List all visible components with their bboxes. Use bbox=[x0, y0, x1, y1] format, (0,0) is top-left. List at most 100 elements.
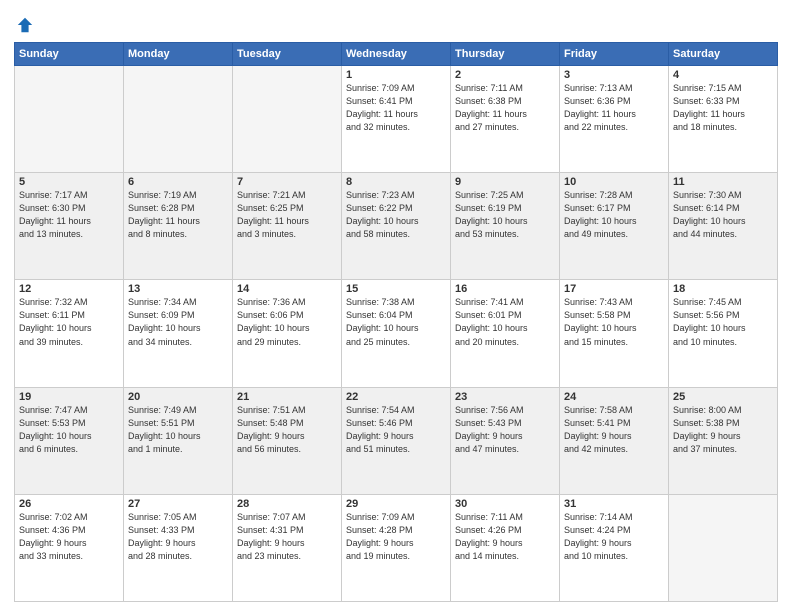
day-info-line: Daylight: 11 hours bbox=[564, 108, 664, 121]
calendar-cell bbox=[669, 494, 778, 601]
day-info-line: and 34 minutes. bbox=[128, 336, 228, 349]
day-info-line: Daylight: 10 hours bbox=[673, 322, 773, 335]
day-info-line: Daylight: 11 hours bbox=[346, 108, 446, 121]
day-info-line: and 10 minutes. bbox=[564, 550, 664, 563]
day-info-line: Sunrise: 7:02 AM bbox=[19, 511, 119, 524]
day-number: 19 bbox=[19, 391, 119, 403]
day-info-line: Sunset: 6:33 PM bbox=[673, 95, 773, 108]
day-info-line: Sunset: 4:26 PM bbox=[455, 524, 555, 537]
day-info-line: Sunset: 5:46 PM bbox=[346, 417, 446, 430]
day-info-line: and 37 minutes. bbox=[673, 443, 773, 456]
day-info-line: and 27 minutes. bbox=[455, 121, 555, 134]
day-info-line: Sunset: 6:17 PM bbox=[564, 202, 664, 215]
calendar-cell: 5Sunrise: 7:17 AMSunset: 6:30 PMDaylight… bbox=[15, 173, 124, 280]
calendar-cell bbox=[15, 66, 124, 173]
day-info-line: Sunrise: 7:36 AM bbox=[237, 296, 337, 309]
day-info: Sunrise: 7:56 AMSunset: 5:43 PMDaylight:… bbox=[455, 404, 555, 456]
logo-icon bbox=[16, 16, 34, 34]
day-info-line: Sunset: 6:38 PM bbox=[455, 95, 555, 108]
day-info-line: Sunrise: 7:41 AM bbox=[455, 296, 555, 309]
day-info-line: Sunrise: 7:56 AM bbox=[455, 404, 555, 417]
day-info: Sunrise: 7:09 AMSunset: 6:41 PMDaylight:… bbox=[346, 82, 446, 134]
day-info-line: Daylight: 9 hours bbox=[237, 430, 337, 443]
day-number: 12 bbox=[19, 283, 119, 295]
day-info-line: Sunset: 6:04 PM bbox=[346, 309, 446, 322]
day-info-line: Daylight: 11 hours bbox=[455, 108, 555, 121]
day-info-line: and 8 minutes. bbox=[128, 228, 228, 241]
day-info-line: Sunset: 5:56 PM bbox=[673, 309, 773, 322]
day-number: 1 bbox=[346, 69, 446, 81]
day-info-line: Sunrise: 7:43 AM bbox=[564, 296, 664, 309]
day-info-line: Daylight: 11 hours bbox=[19, 215, 119, 228]
calendar-cell: 31Sunrise: 7:14 AMSunset: 4:24 PMDayligh… bbox=[560, 494, 669, 601]
day-info-line: Daylight: 10 hours bbox=[19, 322, 119, 335]
day-number: 20 bbox=[128, 391, 228, 403]
day-info: Sunrise: 7:11 AMSunset: 6:38 PMDaylight:… bbox=[455, 82, 555, 134]
day-info-line: Sunrise: 7:05 AM bbox=[128, 511, 228, 524]
calendar-cell: 9Sunrise: 7:25 AMSunset: 6:19 PMDaylight… bbox=[451, 173, 560, 280]
weekday-header-saturday: Saturday bbox=[669, 43, 778, 66]
day-info-line: and 3 minutes. bbox=[237, 228, 337, 241]
day-info: Sunrise: 7:45 AMSunset: 5:56 PMDaylight:… bbox=[673, 296, 773, 348]
day-info-line: Daylight: 9 hours bbox=[19, 537, 119, 550]
day-number: 24 bbox=[564, 391, 664, 403]
day-number: 21 bbox=[237, 391, 337, 403]
calendar-cell: 15Sunrise: 7:38 AMSunset: 6:04 PMDayligh… bbox=[342, 280, 451, 387]
day-info-line: Daylight: 10 hours bbox=[19, 430, 119, 443]
calendar-cell: 29Sunrise: 7:09 AMSunset: 4:28 PMDayligh… bbox=[342, 494, 451, 601]
day-info-line: Sunset: 5:58 PM bbox=[564, 309, 664, 322]
day-number: 3 bbox=[564, 69, 664, 81]
day-info-line: Daylight: 9 hours bbox=[564, 430, 664, 443]
day-info-line: Sunset: 6:36 PM bbox=[564, 95, 664, 108]
calendar-cell: 24Sunrise: 7:58 AMSunset: 5:41 PMDayligh… bbox=[560, 387, 669, 494]
day-info-line: and 33 minutes. bbox=[19, 550, 119, 563]
day-info-line: Sunrise: 7:45 AM bbox=[673, 296, 773, 309]
day-number: 30 bbox=[455, 498, 555, 510]
day-info-line: and 25 minutes. bbox=[346, 336, 446, 349]
day-info-line: Daylight: 9 hours bbox=[455, 430, 555, 443]
day-info-line: Daylight: 9 hours bbox=[346, 537, 446, 550]
day-info-line: and 42 minutes. bbox=[564, 443, 664, 456]
weekday-header-wednesday: Wednesday bbox=[342, 43, 451, 66]
day-info: Sunrise: 7:02 AMSunset: 4:36 PMDaylight:… bbox=[19, 511, 119, 563]
day-info: Sunrise: 7:38 AMSunset: 6:04 PMDaylight:… bbox=[346, 296, 446, 348]
day-number: 15 bbox=[346, 283, 446, 295]
day-info-line: Daylight: 10 hours bbox=[128, 430, 228, 443]
day-number: 5 bbox=[19, 176, 119, 188]
calendar-cell: 10Sunrise: 7:28 AMSunset: 6:17 PMDayligh… bbox=[560, 173, 669, 280]
calendar-cell: 22Sunrise: 7:54 AMSunset: 5:46 PMDayligh… bbox=[342, 387, 451, 494]
calendar-cell: 13Sunrise: 7:34 AMSunset: 6:09 PMDayligh… bbox=[124, 280, 233, 387]
weekday-header-monday: Monday bbox=[124, 43, 233, 66]
day-info-line: Sunset: 6:06 PM bbox=[237, 309, 337, 322]
day-number: 18 bbox=[673, 283, 773, 295]
calendar-week-row: 26Sunrise: 7:02 AMSunset: 4:36 PMDayligh… bbox=[15, 494, 778, 601]
day-info-line: Sunset: 4:31 PM bbox=[237, 524, 337, 537]
day-info-line: and 44 minutes. bbox=[673, 228, 773, 241]
day-info-line: Daylight: 9 hours bbox=[564, 537, 664, 550]
calendar-cell: 21Sunrise: 7:51 AMSunset: 5:48 PMDayligh… bbox=[233, 387, 342, 494]
day-number: 4 bbox=[673, 69, 773, 81]
calendar-cell: 6Sunrise: 7:19 AMSunset: 6:28 PMDaylight… bbox=[124, 173, 233, 280]
day-info-line: and 28 minutes. bbox=[128, 550, 228, 563]
day-info: Sunrise: 7:58 AMSunset: 5:41 PMDaylight:… bbox=[564, 404, 664, 456]
day-info-line: Sunset: 5:38 PM bbox=[673, 417, 773, 430]
day-info-line: Sunrise: 7:30 AM bbox=[673, 189, 773, 202]
day-number: 27 bbox=[128, 498, 228, 510]
day-info-line: Daylight: 11 hours bbox=[237, 215, 337, 228]
day-info: Sunrise: 7:05 AMSunset: 4:33 PMDaylight:… bbox=[128, 511, 228, 563]
day-info-line: Daylight: 10 hours bbox=[346, 215, 446, 228]
calendar-cell: 2Sunrise: 7:11 AMSunset: 6:38 PMDaylight… bbox=[451, 66, 560, 173]
day-number: 13 bbox=[128, 283, 228, 295]
calendar-cell: 3Sunrise: 7:13 AMSunset: 6:36 PMDaylight… bbox=[560, 66, 669, 173]
day-number: 23 bbox=[455, 391, 555, 403]
calendar-cell: 12Sunrise: 7:32 AMSunset: 6:11 PMDayligh… bbox=[15, 280, 124, 387]
weekday-header-sunday: Sunday bbox=[15, 43, 124, 66]
calendar-cell: 8Sunrise: 7:23 AMSunset: 6:22 PMDaylight… bbox=[342, 173, 451, 280]
day-info: Sunrise: 7:51 AMSunset: 5:48 PMDaylight:… bbox=[237, 404, 337, 456]
page: SundayMondayTuesdayWednesdayThursdayFrid… bbox=[0, 0, 792, 612]
day-info-line: and 58 minutes. bbox=[346, 228, 446, 241]
calendar-week-row: 5Sunrise: 7:17 AMSunset: 6:30 PMDaylight… bbox=[15, 173, 778, 280]
day-info-line: Daylight: 9 hours bbox=[673, 430, 773, 443]
day-info-line: and 39 minutes. bbox=[19, 336, 119, 349]
day-info-line: Sunset: 5:53 PM bbox=[19, 417, 119, 430]
